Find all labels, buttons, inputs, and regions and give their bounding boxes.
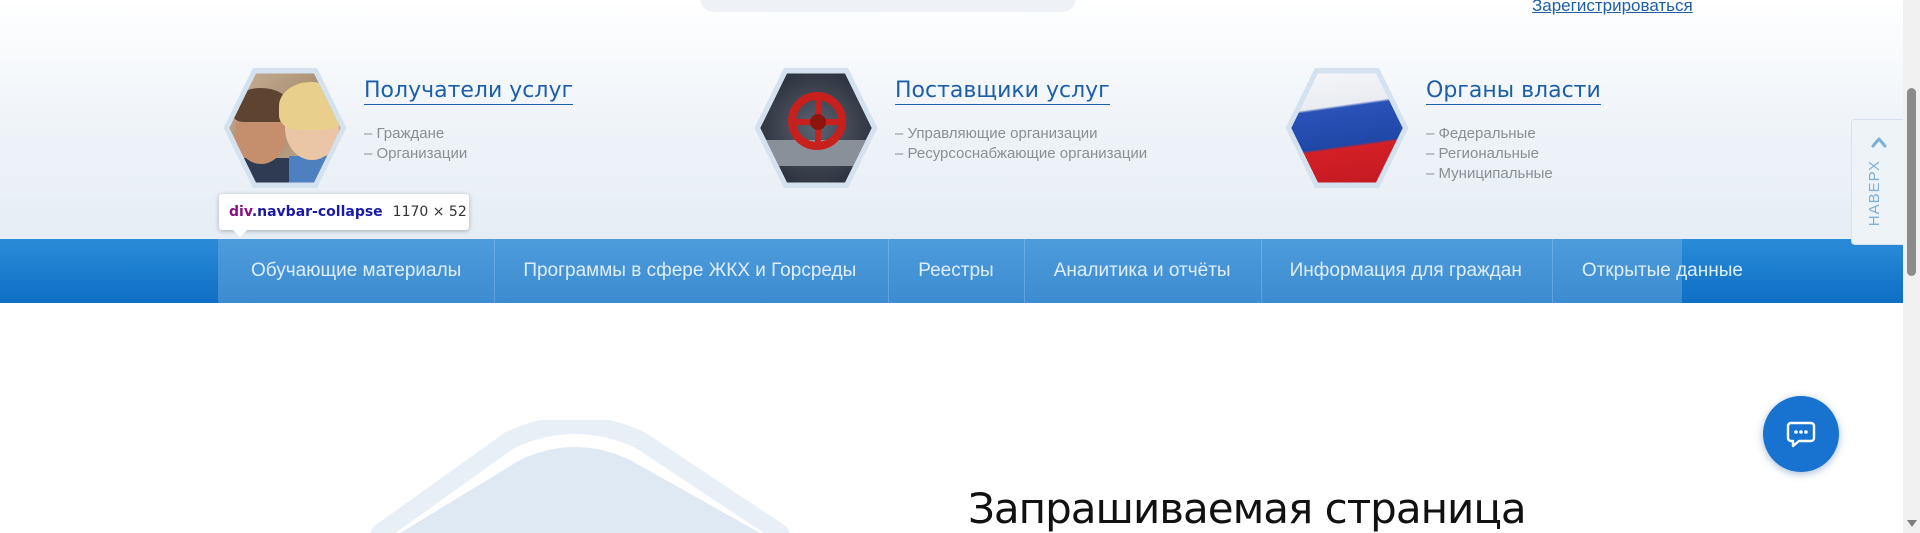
tooltip-tag: div: [229, 204, 252, 220]
category-link[interactable]: – Граждане: [364, 124, 467, 144]
nav-item-registries[interactable]: Реестры: [889, 239, 1025, 303]
category-link[interactable]: – Ресурсоснабжающие организации: [895, 144, 1147, 164]
category-link[interactable]: – Управляющие организации: [895, 124, 1147, 144]
main-navbar: Обучающие материалы Программы в сфере ЖК…: [0, 239, 1903, 303]
page-scrollbar[interactable]: [1903, 0, 1920, 533]
error-hexagon-illustration: [371, 420, 789, 533]
category-title[interactable]: Органы власти: [1426, 78, 1601, 106]
category-service-providers: Поставщики услуг – Управляющие организац…: [752, 64, 1252, 204]
category-authorities: Органы власти – Федеральные – Региональн…: [1283, 64, 1683, 204]
navbar-collapse: Обучающие материалы Программы в сфере ЖК…: [218, 239, 1743, 303]
nav-item-open-data[interactable]: Открытые данные: [1553, 239, 1773, 303]
service-recipients-image[interactable]: [223, 67, 347, 189]
search-box[interactable]: [700, 0, 1076, 12]
devtools-element-tooltip: div.navbar-collapse 1170 × 52: [219, 194, 469, 237]
nav-item-training-materials[interactable]: Обучающие материалы: [218, 239, 496, 303]
category-service-recipients: Получатели услуг – Граждане – Организаци…: [221, 64, 721, 204]
chat-button[interactable]: [1763, 396, 1839, 472]
register-link[interactable]: Зарегистрироваться: [1532, 0, 1693, 16]
back-to-top-label: НАВЕРХ: [1866, 160, 1883, 227]
nav-item-citizen-info[interactable]: Информация для граждан: [1262, 239, 1553, 303]
page-heading: Запрашиваемая страница: [968, 484, 1527, 533]
authorities-image[interactable]: [1285, 67, 1409, 189]
nav-item-analytics[interactable]: Аналитика и отчёты: [1025, 239, 1262, 303]
category-link[interactable]: – Организации: [364, 144, 467, 164]
scroll-down-arrow-icon[interactable]: [1907, 520, 1917, 527]
category-link[interactable]: – Муниципальные: [1426, 164, 1553, 184]
category-title[interactable]: Поставщики услуг: [895, 78, 1110, 106]
tooltip-class: .navbar-collapse: [251, 204, 383, 220]
service-providers-image[interactable]: [754, 67, 878, 189]
category-title[interactable]: Получатели услуг: [364, 78, 574, 106]
nav-item-programs[interactable]: Программы в сфере ЖКХ и Горсреды: [495, 239, 890, 303]
back-to-top-button[interactable]: НАВЕРХ: [1851, 119, 1903, 245]
scrollbar-thumb[interactable]: [1907, 88, 1916, 276]
category-links: – Управляющие организации – Ресурсоснабж…: [895, 124, 1147, 164]
category-links: – Федеральные – Региональные – Муниципал…: [1426, 124, 1553, 184]
category-link[interactable]: – Региональные: [1426, 144, 1553, 164]
category-link[interactable]: – Федеральные: [1426, 124, 1553, 144]
category-links: – Граждане – Организации: [364, 124, 467, 164]
chat-bubble-icon: [1786, 421, 1816, 448]
tooltip-dimensions: 1170 × 52: [392, 204, 467, 220]
chevron-up-icon: [1871, 137, 1887, 148]
